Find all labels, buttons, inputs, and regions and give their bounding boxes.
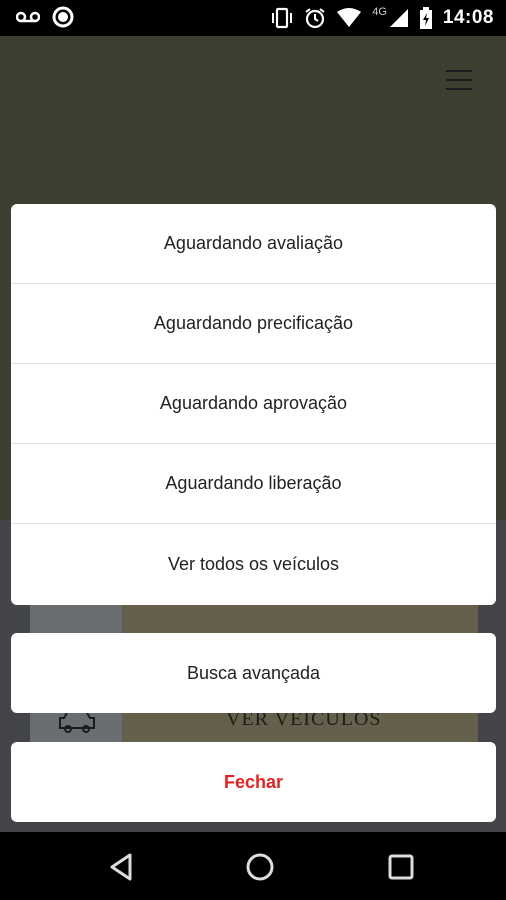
option-awaiting-pricing[interactable]: Aguardando precificação (11, 284, 496, 364)
clock: 14:08 (442, 7, 494, 28)
vibrate-icon (272, 7, 293, 29)
voicemail-icon (16, 11, 40, 23)
back-icon[interactable] (104, 850, 138, 884)
battery-icon (419, 7, 432, 29)
recents-icon[interactable] (384, 850, 418, 884)
advanced-search-button[interactable]: Busca avançada (11, 633, 496, 713)
option-view-all-vehicles[interactable]: Ver todos os veículos (11, 524, 496, 604)
option-awaiting-release[interactable]: Aguardando liberação (11, 444, 496, 524)
circle-icon (52, 6, 74, 28)
option-awaiting-evaluation[interactable]: Aguardando avaliação (11, 204, 496, 284)
status-filter-sheet: Aguardando avaliação Aguardando precific… (11, 204, 496, 605)
network-type: 4G (372, 6, 387, 18)
signal-icon (389, 9, 408, 27)
status-bar: 4G 14:08 (0, 0, 506, 36)
alarm-icon (305, 8, 325, 29)
navigation-bar (0, 832, 506, 900)
close-button[interactable]: Fechar (11, 742, 496, 822)
option-awaiting-approval[interactable]: Aguardando aprovação (11, 364, 496, 444)
home-icon[interactable] (243, 850, 277, 884)
wifi-icon (337, 8, 362, 27)
